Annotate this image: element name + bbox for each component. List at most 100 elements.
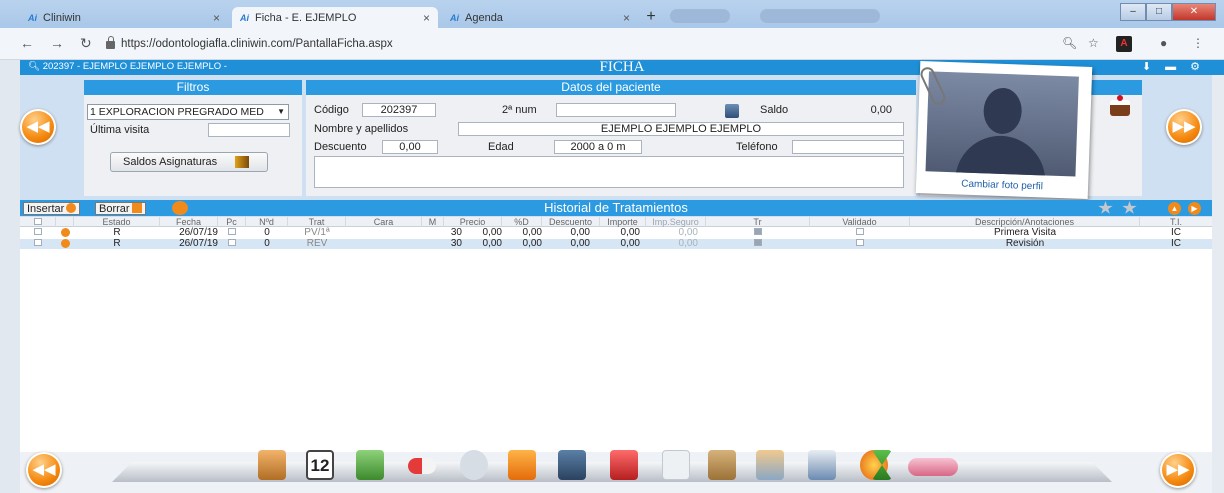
column-header[interactable]: Pc bbox=[218, 217, 246, 227]
segundo-num-field[interactable] bbox=[556, 103, 676, 117]
column-header[interactable]: T.I. bbox=[1140, 217, 1212, 227]
add-row-icon[interactable] bbox=[60, 228, 70, 237]
maximize-icon[interactable]: □ bbox=[1146, 3, 1172, 21]
new-tab-button[interactable]: + bbox=[641, 8, 661, 26]
close-tab-icon[interactable]: × bbox=[423, 11, 430, 25]
cell-descripcion: Revisión bbox=[1005, 238, 1045, 249]
address-bar[interactable]: https://odontologiafla.cliniwin.com/Pant… bbox=[106, 33, 986, 55]
table-row[interactable]: R 26/07/19 0 PV/1ª 30 0,00 0,00 0,00 0,0… bbox=[20, 228, 1212, 238]
blurred-tab bbox=[670, 9, 730, 23]
column-header[interactable]: Imp.Seguro bbox=[646, 217, 706, 227]
tr-checkbox[interactable] bbox=[754, 228, 762, 235]
scroll-right-icon[interactable]: ▶ bbox=[1188, 202, 1201, 215]
tab-ficha[interactable]: Ai Ficha - E. EJEMPLO × bbox=[232, 7, 438, 28]
checklist-icon[interactable] bbox=[808, 450, 836, 480]
column-header[interactable]: Validado bbox=[810, 217, 910, 227]
codigo-field[interactable]: 202397 bbox=[362, 103, 436, 117]
column-header[interactable]: Estado bbox=[74, 217, 160, 227]
cell-nd: 0 bbox=[264, 238, 270, 249]
schedule-icon[interactable] bbox=[356, 450, 384, 480]
select-all-checkbox[interactable] bbox=[33, 218, 42, 225]
folder-icon[interactable] bbox=[610, 450, 638, 480]
ultima-visita-label: Última visita bbox=[90, 124, 150, 136]
historial-header: Historial de Tratamientos bbox=[20, 200, 1212, 216]
validado-checkbox[interactable] bbox=[856, 239, 864, 246]
scroll-up-icon[interactable]: ▲ bbox=[1168, 202, 1181, 215]
column-header[interactable]: Cara bbox=[346, 217, 422, 227]
close-tab-icon[interactable]: × bbox=[213, 11, 220, 25]
validado-checkbox[interactable] bbox=[856, 228, 864, 235]
forward-icon[interactable]: → bbox=[50, 35, 64, 51]
descuento-field[interactable]: 0,00 bbox=[382, 140, 438, 154]
document-icon[interactable] bbox=[662, 450, 690, 480]
edit-icon[interactable] bbox=[172, 201, 188, 215]
lab-icon[interactable] bbox=[508, 450, 536, 480]
column-header[interactable]: Descripción/Anotaciones bbox=[910, 217, 1140, 227]
print-icon[interactable]: ▬ bbox=[1165, 61, 1190, 73]
profile-icon[interactable]: ● bbox=[1160, 36, 1167, 50]
saldo-icon[interactable] bbox=[725, 104, 739, 118]
change-photo-link[interactable]: Cambiar foto perfil bbox=[916, 177, 1088, 194]
download-icon[interactable]: ⬇ bbox=[1142, 61, 1165, 73]
cell-cara bbox=[346, 228, 422, 238]
next-patient-button[interactable]: ▶▶ bbox=[1166, 109, 1202, 145]
column-header[interactable]: %D bbox=[502, 217, 542, 227]
zoom-icon[interactable]: 🔍︎ bbox=[1062, 36, 1077, 50]
table-row[interactable]: R 26/07/19 0 REV 30 0,00 0,00 0,00 0,00 … bbox=[20, 239, 1212, 249]
row-checkbox[interactable] bbox=[34, 228, 42, 235]
select-all-column[interactable] bbox=[20, 217, 56, 227]
back-icon[interactable]: ← bbox=[20, 35, 34, 51]
stopwatch-icon[interactable] bbox=[460, 450, 488, 480]
column-header[interactable]: Tr bbox=[706, 217, 810, 227]
chevron-down-icon: ▼ bbox=[277, 107, 285, 116]
orthodontics-icon[interactable] bbox=[908, 458, 958, 476]
bookmark-star-icon[interactable]: ☆ bbox=[1088, 36, 1099, 50]
ultima-visita-field[interactable] bbox=[208, 123, 290, 137]
column-header[interactable]: Precio bbox=[444, 217, 502, 227]
edad-field[interactable]: 2000 a 0 m bbox=[554, 140, 642, 154]
column-header[interactable]: Fecha bbox=[160, 217, 218, 227]
add-patient-icon[interactable] bbox=[258, 450, 286, 480]
saldos-asignaturas-button[interactable]: Saldos Asignaturas bbox=[110, 152, 268, 172]
row-checkbox[interactable] bbox=[34, 239, 42, 246]
tab-cliniwin[interactable]: Ai Cliniwin × bbox=[20, 7, 228, 28]
reload-icon[interactable]: ↻ bbox=[80, 35, 92, 52]
borrar-button[interactable]: Borrar bbox=[95, 202, 146, 215]
pc-checkbox[interactable] bbox=[228, 228, 236, 235]
medication-icon[interactable] bbox=[408, 458, 436, 474]
previous-patient-button[interactable]: ◀◀ bbox=[20, 109, 56, 145]
close-tab-icon[interactable]: × bbox=[623, 11, 630, 25]
column-header[interactable]: Importe bbox=[600, 217, 646, 227]
nombre-field[interactable]: EJEMPLO EJEMPLO EJEMPLO bbox=[458, 122, 904, 136]
calendar-icon[interactable]: 12 bbox=[306, 450, 334, 480]
avatar-shoulders-shape bbox=[954, 134, 1047, 177]
pdf-extension-icon[interactable]: A bbox=[1116, 36, 1132, 52]
billing-icon[interactable] bbox=[708, 450, 736, 480]
next-bottom-button[interactable]: ▶▶ bbox=[1160, 452, 1196, 488]
doctor-icon[interactable] bbox=[756, 450, 784, 480]
right-gutter bbox=[1212, 75, 1224, 493]
insertar-button[interactable]: Insertar bbox=[23, 202, 81, 215]
close-window-icon[interactable]: ✕ bbox=[1172, 3, 1216, 21]
telefono-field[interactable] bbox=[792, 140, 904, 154]
notes-textarea[interactable] bbox=[314, 156, 904, 188]
tab-agenda[interactable]: Ai Agenda × bbox=[442, 7, 638, 28]
cell-descripcion: Primera Visita bbox=[993, 227, 1057, 238]
gear-icon[interactable]: ⚙ bbox=[1190, 61, 1214, 73]
birthday-cake-icon[interactable] bbox=[1110, 95, 1130, 116]
column-header[interactable]: Descuento bbox=[542, 217, 600, 227]
profile-photo[interactable]: Cambiar foto perfil bbox=[915, 61, 1093, 199]
xray-icon[interactable] bbox=[558, 450, 586, 480]
column-header[interactable]: Trat bbox=[288, 217, 346, 227]
minimize-icon[interactable]: – bbox=[1120, 3, 1146, 21]
tr-checkbox[interactable] bbox=[754, 239, 762, 246]
menu-icon[interactable]: ⋮ bbox=[1192, 36, 1204, 50]
add-row-icon[interactable] bbox=[60, 239, 70, 248]
tab-title: Ficha - E. EJEMPLO bbox=[255, 11, 357, 24]
column-header[interactable]: M bbox=[422, 217, 444, 227]
pc-checkbox[interactable] bbox=[228, 239, 236, 246]
previous-bottom-button[interactable]: ◀◀ bbox=[26, 452, 62, 488]
filtro-select[interactable]: 1 EXPLORACION PREGRADO MED ▼ bbox=[87, 104, 289, 120]
cell-trat: PV/1ª bbox=[304, 227, 330, 238]
column-header[interactable]: Nºd bbox=[246, 217, 288, 227]
